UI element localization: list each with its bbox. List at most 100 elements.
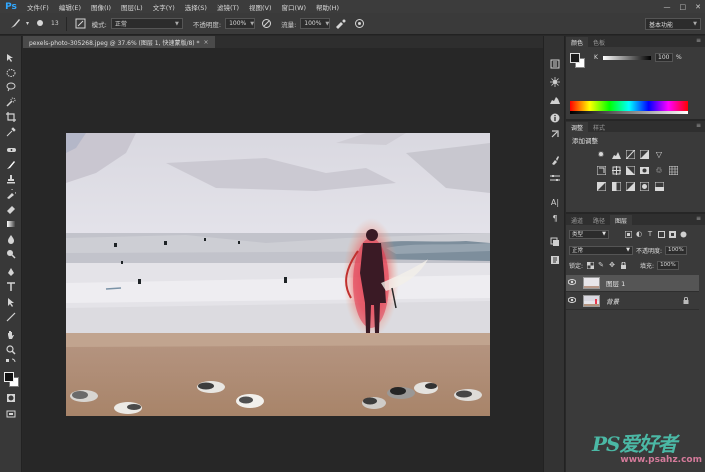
filter-smart-object-icon[interactable] xyxy=(668,230,676,238)
panel-menu-icon[interactable]: ≡ xyxy=(696,215,701,222)
color-balance-icon[interactable] xyxy=(611,165,621,175)
color-spectrum[interactable] xyxy=(570,101,688,111)
tab-swatches[interactable]: 色板 xyxy=(588,37,610,47)
actions-panel-icon[interactable] xyxy=(549,76,561,88)
menu-view[interactable]: 视图(V) xyxy=(244,2,277,12)
posterize-icon[interactable] xyxy=(611,181,621,191)
close-tab-icon[interactable]: × xyxy=(204,39,209,46)
swap-colors-icon[interactable] xyxy=(4,358,18,366)
gradient-map-icon[interactable] xyxy=(654,181,664,191)
k-channel-input[interactable]: 100 xyxy=(655,53,673,62)
menu-edit[interactable]: 编辑(E) xyxy=(54,2,86,12)
lock-all-icon[interactable] xyxy=(619,261,627,269)
layer-opacity-input[interactable]: 100% xyxy=(665,245,688,255)
pressure-size-icon[interactable] xyxy=(352,17,366,31)
exposure-icon[interactable] xyxy=(639,149,649,159)
invert-icon[interactable] xyxy=(596,181,606,191)
workspace-select[interactable]: 基本功能 ▼ xyxy=(645,18,701,30)
color-lookup-icon[interactable] xyxy=(668,165,678,175)
flow-input[interactable]: 100% ▼ xyxy=(300,18,331,29)
minimize-button[interactable]: — xyxy=(664,3,671,11)
move-tool-icon[interactable] xyxy=(4,52,18,64)
notes-panel-icon[interactable] xyxy=(549,254,561,266)
menu-window[interactable]: 窗口(W) xyxy=(277,2,312,12)
curves-icon[interactable] xyxy=(625,149,635,159)
lasso-tool-icon[interactable] xyxy=(4,81,18,93)
layer-row-layer-1[interactable]: 图层 1 xyxy=(566,275,699,292)
type-tool-icon[interactable] xyxy=(4,281,18,293)
brush-presets-icon[interactable] xyxy=(549,154,561,166)
menu-image[interactable]: 图像(I) xyxy=(86,2,116,12)
foreground-swatch[interactable] xyxy=(570,53,580,63)
dodge-tool-icon[interactable] xyxy=(4,248,18,260)
pressure-opacity-icon[interactable] xyxy=(259,17,273,31)
lock-pixels-icon[interactable]: ✎ xyxy=(597,261,605,269)
tool-preset-arrow-icon[interactable]: ▾ xyxy=(26,20,29,27)
levels-icon[interactable] xyxy=(611,149,621,159)
character-panel-icon[interactable]: A| xyxy=(549,196,561,208)
brush-tool-icon[interactable] xyxy=(4,159,18,171)
eyedropper-tool-icon[interactable] xyxy=(4,126,18,138)
maximize-button[interactable]: □ xyxy=(680,3,687,11)
document-canvas-image[interactable] xyxy=(66,133,490,416)
document-tab[interactable]: pexels-photo-305268.jpeg @ 37.6% (图层 1, … xyxy=(23,36,215,48)
airbrush-icon[interactable] xyxy=(334,17,348,31)
navigator-panel-icon[interactable] xyxy=(549,128,561,140)
paragraph-panel-icon[interactable]: ¶ xyxy=(549,212,561,224)
history-brush-tool-icon[interactable] xyxy=(4,188,18,200)
layer-name[interactable]: 图层 1 xyxy=(606,278,625,288)
foreground-color-swatch[interactable] xyxy=(4,372,14,382)
lock-position-icon[interactable]: ✥ xyxy=(608,261,616,269)
brush-settings-icon[interactable] xyxy=(549,172,561,184)
blend-mode-select[interactable]: 正常 ▼ xyxy=(569,245,633,255)
menu-file[interactable]: 文件(F) xyxy=(22,2,54,12)
tab-styles[interactable]: 样式 xyxy=(588,122,610,132)
filter-shape-icon[interactable] xyxy=(657,230,665,238)
tab-paths[interactable]: 路径 xyxy=(588,215,610,225)
history-panel-icon[interactable] xyxy=(549,58,561,70)
marquee-tool-icon[interactable] xyxy=(4,67,18,79)
k-channel-slider[interactable] xyxy=(603,56,651,60)
visibility-eye-icon[interactable] xyxy=(566,279,578,287)
menu-type[interactable]: 文字(Y) xyxy=(148,2,180,12)
hue-saturation-icon[interactable] xyxy=(596,165,606,175)
healing-brush-tool-icon[interactable] xyxy=(4,144,18,156)
layer-row-background[interactable]: 背景 xyxy=(566,293,699,310)
quick-mask-icon[interactable] xyxy=(4,392,18,404)
brush-tool-icon[interactable] xyxy=(8,17,22,31)
brush-preset-icon[interactable] xyxy=(33,17,47,31)
panel-menu-icon[interactable]: ≡ xyxy=(696,122,701,129)
filter-toggle-icon[interactable] xyxy=(679,230,687,238)
eraser-tool-icon[interactable] xyxy=(4,203,18,215)
panel-menu-icon[interactable]: ≡ xyxy=(696,37,701,44)
tab-color[interactable]: 颜色 xyxy=(566,37,589,47)
black-white-icon[interactable] xyxy=(625,165,635,175)
layer-name[interactable]: 背景 xyxy=(606,296,619,306)
tab-layers[interactable]: 图层 xyxy=(610,215,633,225)
fill-input[interactable]: 100% xyxy=(657,260,680,270)
mode-select[interactable]: 正常 ▼ xyxy=(110,18,183,29)
visibility-eye-icon[interactable] xyxy=(566,297,578,305)
gradient-tool-icon[interactable] xyxy=(4,218,18,230)
screen-mode-icon[interactable] xyxy=(4,408,18,420)
menu-filter[interactable]: 滤镜(T) xyxy=(212,2,244,12)
menu-layer[interactable]: 图层(L) xyxy=(116,2,148,12)
filter-adjustment-icon[interactable]: ◐ xyxy=(635,230,643,238)
channel-mixer-icon[interactable]: ♲ xyxy=(654,165,664,175)
layer-filter-kind-select[interactable]: 类型 ▼ xyxy=(569,229,609,239)
hand-tool-icon[interactable] xyxy=(4,329,18,341)
tab-channels[interactable]: 通道 xyxy=(566,215,588,225)
quick-selection-tool-icon[interactable] xyxy=(4,96,18,108)
close-button[interactable]: ✕ xyxy=(695,3,701,11)
zoom-tool-icon[interactable] xyxy=(4,344,18,356)
selective-color-icon[interactable] xyxy=(639,181,649,191)
tab-adjustments[interactable]: 调整 xyxy=(566,122,589,132)
blur-tool-icon[interactable] xyxy=(4,233,18,245)
lock-transparency-icon[interactable] xyxy=(586,261,594,269)
filter-pixel-icon[interactable] xyxy=(624,230,632,238)
crop-tool-icon[interactable] xyxy=(4,111,18,123)
threshold-icon[interactable] xyxy=(625,181,635,191)
vibrance-icon[interactable]: ▽ xyxy=(654,149,664,159)
filter-type-icon[interactable]: T xyxy=(646,230,654,238)
path-selection-tool-icon[interactable] xyxy=(4,296,18,308)
